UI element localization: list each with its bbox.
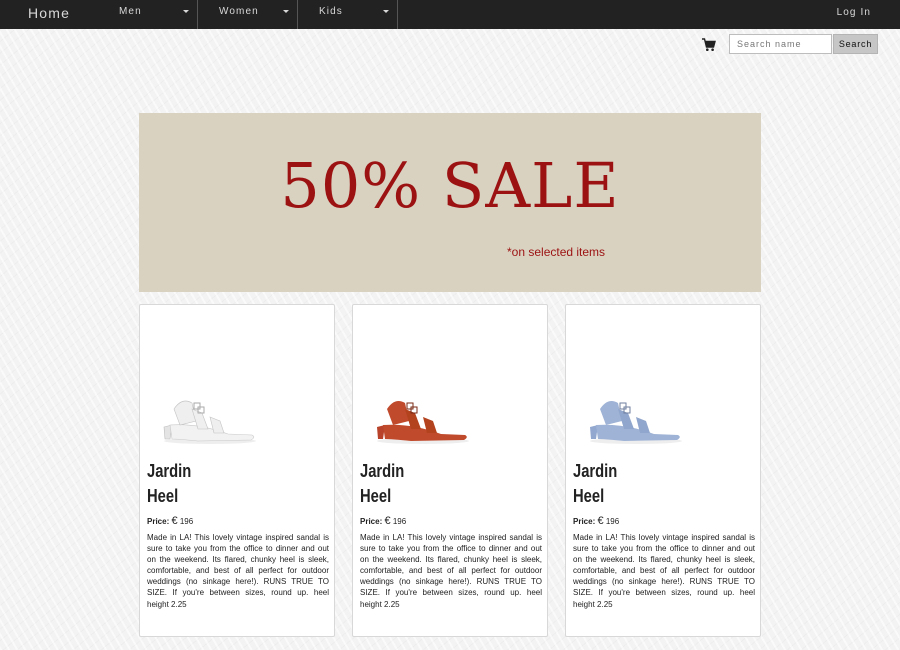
- product-name-line-2: Heel: [147, 486, 179, 506]
- product-card[interactable]: Jardin Heel Price: € 196 Made in LA! Thi…: [352, 304, 548, 637]
- banner-subtitle: *on selected items: [507, 245, 606, 259]
- cart-icon[interactable]: [702, 38, 716, 52]
- search-button[interactable]: Search: [833, 34, 878, 54]
- product-name-line-2: Heel: [573, 486, 605, 506]
- product-description: Made in LA! This lovely vintage inspired…: [573, 533, 755, 609]
- caret-down-icon: [183, 10, 189, 13]
- product-price: Price: € 196: [573, 515, 619, 527]
- currency-symbol: €: [597, 515, 604, 527]
- product-name-line-2: Heel: [360, 486, 392, 506]
- navbar: Home Men Women Kids Log In: [0, 0, 900, 29]
- product-price: Price: € 196: [147, 515, 193, 527]
- product-name[interactable]: Jardin Heel: [360, 459, 508, 509]
- product-name-line-1: Jardin: [147, 461, 192, 481]
- nav-menu-women[interactable]: Women: [198, 0, 298, 29]
- login-link[interactable]: Log In: [837, 0, 900, 29]
- product-name-line-1: Jardin: [573, 461, 618, 481]
- product-name-line-1: Jardin: [360, 461, 405, 481]
- sandal-image: [163, 400, 256, 444]
- nav-menu-men[interactable]: Men: [98, 0, 198, 29]
- product-card[interactable]: Jardin Heel Price: € 196 Made in LA! Thi…: [565, 304, 761, 637]
- banner-title: 50% SALE: [280, 149, 620, 222]
- currency-symbol: €: [384, 515, 391, 527]
- price-value: 196: [392, 517, 407, 526]
- product-name[interactable]: Jardin Heel: [147, 459, 295, 509]
- sale-banner[interactable]: 50% SALE *on selected items: [139, 113, 761, 292]
- nav-menu-kids[interactable]: Kids: [298, 0, 398, 29]
- caret-down-icon: [383, 10, 389, 13]
- product-description: Made in LA! This lovely vintage inspired…: [360, 533, 542, 609]
- price-label: Price:: [147, 517, 170, 526]
- price-label: Price:: [360, 517, 383, 526]
- nav-menu-kids-label: Kids: [319, 6, 343, 17]
- price-label: Price:: [573, 517, 596, 526]
- caret-down-icon: [283, 10, 289, 13]
- nav-menu-men-label: Men: [119, 6, 142, 17]
- currency-symbol: €: [171, 515, 178, 527]
- product-card[interactable]: Jardin Heel Price: € 196 Made in LA! Thi…: [139, 304, 335, 637]
- search-input[interactable]: [729, 34, 832, 54]
- product-price: Price: € 196: [360, 515, 406, 527]
- product-description: Made in LA! This lovely vintage inspired…: [147, 533, 329, 609]
- price-value: 196: [179, 517, 194, 526]
- price-value: 196: [605, 517, 620, 526]
- sandal-image: [590, 401, 682, 444]
- sandal-image: [377, 401, 469, 444]
- nav-home-link[interactable]: Home: [0, 0, 98, 29]
- product-name[interactable]: Jardin Heel: [573, 459, 721, 509]
- nav-menu-women-label: Women: [219, 6, 259, 17]
